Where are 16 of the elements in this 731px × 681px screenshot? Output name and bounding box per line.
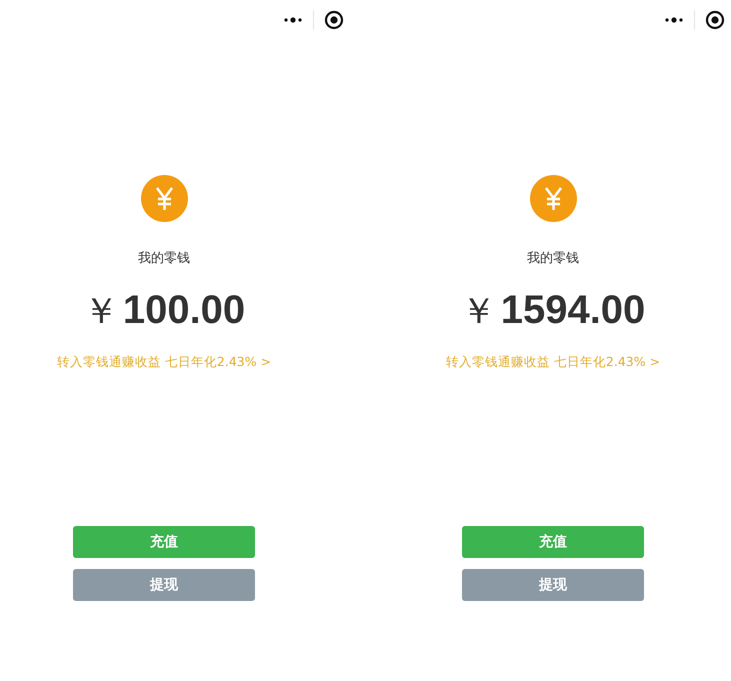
more-icon[interactable]	[664, 16, 684, 24]
currency-symbol: ￥	[460, 290, 497, 334]
balance-amount: 1594.00	[500, 288, 646, 333]
withdraw-button[interactable]: 提现	[73, 569, 255, 601]
more-icon[interactable]	[283, 16, 303, 24]
promo-link[interactable]: 转入零钱通赚收益 七日年化2.43% >	[56, 354, 272, 371]
top-up-button[interactable]: 充值	[73, 526, 255, 558]
currency-symbol: ￥	[82, 290, 119, 334]
balance-label: 我的零钱	[527, 250, 579, 267]
top-up-button[interactable]: 充值	[462, 526, 644, 558]
withdraw-button[interactable]: 提现	[462, 569, 644, 601]
balance-amount: 100.00	[122, 288, 246, 333]
balance-label: 我的零钱	[138, 250, 190, 267]
promo-link[interactable]: 转入零钱通赚收益 七日年化2.43% >	[446, 354, 660, 371]
yen-coin-icon	[530, 175, 576, 222]
yen-coin-icon	[140, 175, 188, 222]
